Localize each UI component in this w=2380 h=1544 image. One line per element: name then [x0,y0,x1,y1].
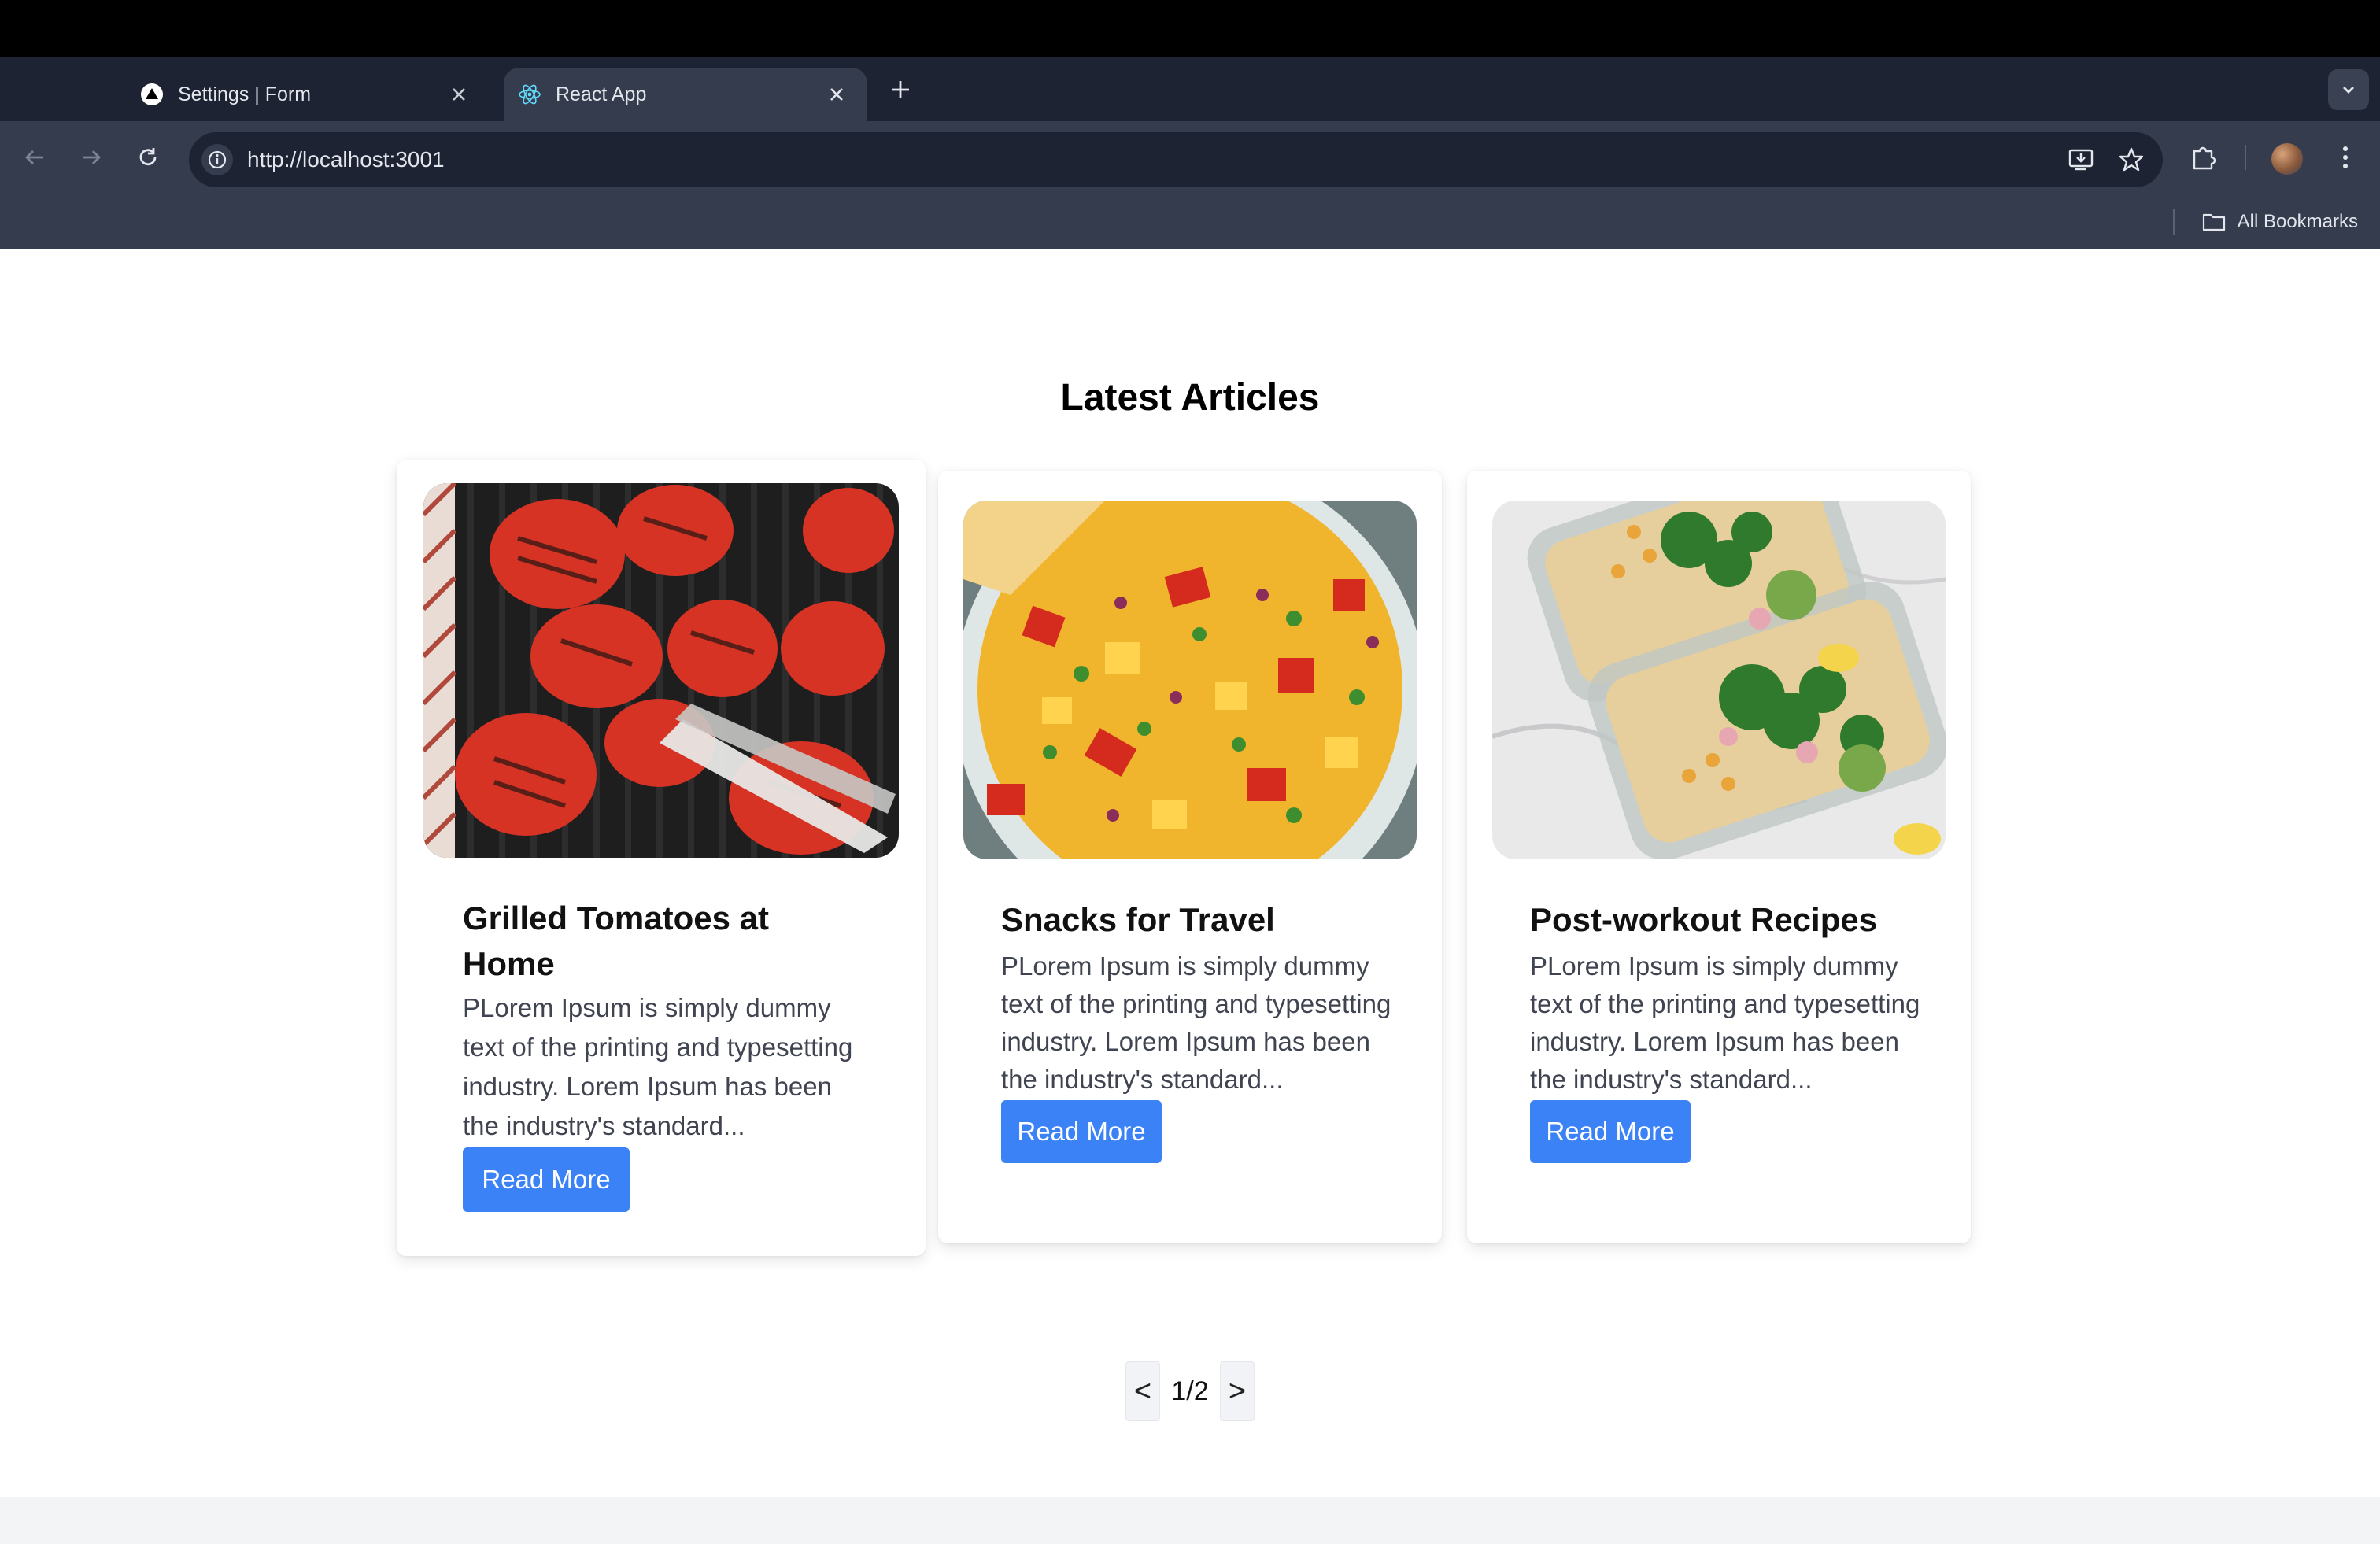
tab-search-chevron-icon[interactable] [2328,69,2369,110]
bookmark-star-icon[interactable] [2112,141,2150,179]
prev-page-button[interactable]: < [1125,1361,1160,1421]
tab-strip: Settings | Form React App [0,57,2380,121]
article-excerpt: PLorem Ipsum is simply dummy text of the… [1530,951,1920,1094]
page-content: Latest Articles Grilled Tomatoes at Home… [0,249,2380,1497]
folder-icon [2201,211,2227,233]
install-app-icon[interactable] [2062,141,2100,179]
pagination: < 1/2 > [1125,1361,1255,1421]
tab-title: React App [556,83,647,105]
profile-avatar[interactable] [2271,143,2303,175]
url-text[interactable]: http://localhost:3001 [247,147,2062,172]
article-excerpt: PLorem Ipsum is simply dummy text of the… [1001,951,1391,1094]
article-title-line: Home [463,945,555,982]
toolbar-divider [2245,145,2246,170]
page-indicator: 1/2 [1171,1376,1209,1406]
browser-toolbar: http://localhost:3001 All Bookmarks [0,121,2380,249]
read-more-button[interactable]: Read More [1001,1100,1162,1163]
article-card: Grilled Tomatoes at Home PLorem Ipsum is… [397,460,926,1256]
triangle-logo-icon [140,83,164,106]
forward-arrow-icon[interactable] [72,139,110,176]
more-menu-icon[interactable] [2326,139,2364,176]
article-title: Grilled Tomatoes at Home [463,896,872,987]
page-title: Latest Articles [1060,377,1320,419]
tab-settings-form[interactable]: Settings | Form [126,68,490,121]
bookmarks-bar: All Bookmarks [2172,206,2358,238]
back-arrow-icon[interactable] [16,139,54,176]
article-card: Post-workout Recipes PLorem Ipsum is sim… [1467,471,1971,1243]
grilled-tomatoes-photo [423,483,899,858]
close-icon[interactable] [445,81,472,108]
article-title: Post-workout Recipes [1530,901,1878,938]
new-tab-plus-icon[interactable] [885,74,916,105]
tab-react-app[interactable]: React App [504,68,867,121]
read-more-button[interactable]: Read More [463,1147,630,1212]
meal-prep-photo [1492,501,1946,859]
next-page-button[interactable]: > [1220,1361,1255,1421]
close-icon[interactable] [823,81,850,108]
site-info-icon[interactable] [201,144,233,175]
os-menu-bar [0,0,2380,57]
article-title: Snacks for Travel [1001,901,1275,938]
react-logo-icon [518,83,541,106]
footer [0,1497,2380,1544]
read-more-button[interactable]: Read More [1530,1100,1691,1163]
extensions-puzzle-icon[interactable] [2185,139,2223,176]
fruit-salsa-photo [963,501,1417,859]
address-bar[interactable]: http://localhost:3001 [189,132,2163,187]
article-title-line: Grilled Tomatoes at [463,899,769,936]
bookmarks-divider [2172,209,2175,235]
article-excerpt: PLorem Ipsum is simply dummy text of the… [463,993,853,1140]
article-card: Snacks for Travel PLorem Ipsum is simply… [938,471,1442,1243]
tab-title: Settings | Form [178,83,312,105]
reload-icon[interactable] [129,139,167,176]
all-bookmarks-link[interactable]: All Bookmarks [2238,211,2358,233]
